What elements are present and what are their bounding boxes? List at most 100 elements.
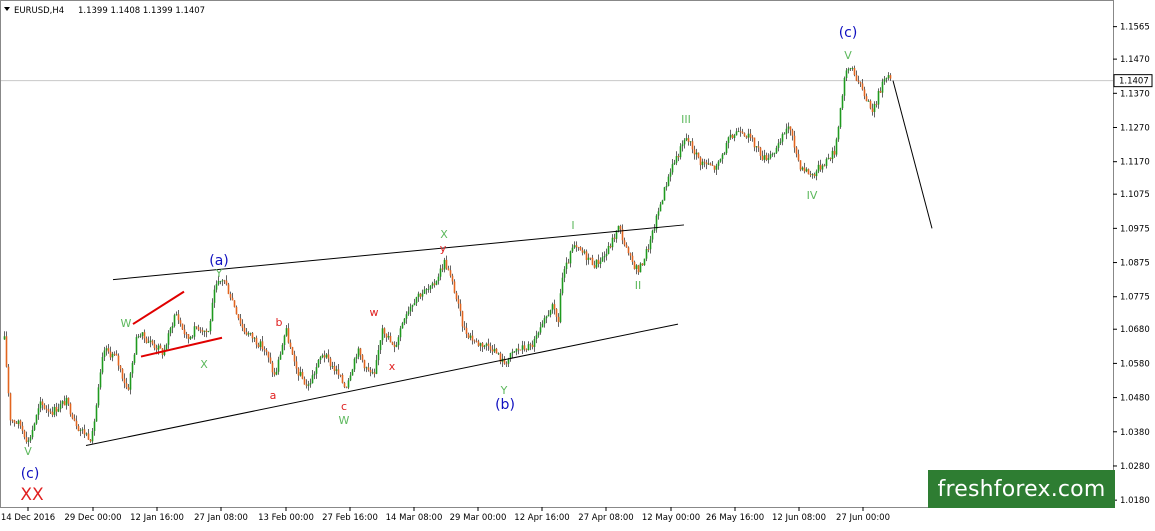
- candle-body: [629, 253, 632, 256]
- candle-body: [793, 135, 796, 148]
- candle-body: [109, 351, 112, 358]
- y-tick-label: 1.0180: [1120, 496, 1150, 506]
- current-price-label: 1.1407: [1119, 77, 1149, 87]
- candle-body: [239, 318, 242, 324]
- candle-body: [583, 251, 586, 253]
- wave-label-22: (c): [839, 25, 858, 41]
- y-tick-label: 1.0680: [1120, 325, 1150, 335]
- candle-body: [843, 78, 846, 96]
- candle-body: [363, 360, 366, 369]
- candle-body: [177, 314, 180, 321]
- candle-body: [251, 332, 254, 339]
- x-tick-label: 12 Jan 16:00: [130, 513, 184, 523]
- candle-body: [353, 358, 356, 370]
- candle-body: [577, 247, 580, 248]
- candle-body: [549, 310, 552, 315]
- candle-body: [371, 372, 374, 374]
- candle-body: [17, 420, 20, 424]
- candle-body: [425, 289, 428, 291]
- candle-body: [361, 355, 364, 361]
- candle-body: [569, 251, 572, 264]
- candle-body: [75, 420, 78, 427]
- candle-body: [241, 323, 244, 328]
- candle-body: [741, 131, 744, 134]
- wave-label-15: Y: [500, 384, 508, 397]
- candle-body: [221, 280, 224, 282]
- candle-body: [505, 363, 508, 365]
- candle-body: [575, 245, 578, 248]
- candle-body: [99, 372, 102, 388]
- candle-body: [45, 408, 48, 410]
- candle-body: [817, 164, 820, 172]
- candle-body: [881, 81, 884, 93]
- candle-body: [43, 404, 46, 409]
- candle-body: [215, 284, 218, 290]
- candle-body: [657, 211, 660, 216]
- candle-body: [803, 167, 806, 172]
- candle-body: [719, 158, 722, 162]
- candle-body: [497, 353, 500, 355]
- candle-body: [551, 304, 554, 311]
- candle-body: [287, 328, 290, 343]
- candle-body: [871, 108, 874, 113]
- candle-body: [423, 289, 426, 294]
- candle-body: [421, 293, 424, 297]
- x-tick-label: 29 Mar 00:00: [450, 513, 507, 523]
- candle-body: [265, 350, 268, 352]
- candle-body: [851, 68, 854, 69]
- candle-body: [721, 154, 724, 159]
- candle-body: [703, 161, 706, 163]
- candle-body: [527, 344, 530, 351]
- candle-body: [427, 289, 430, 290]
- candle-body: [783, 133, 786, 135]
- candle-body: [509, 353, 512, 359]
- candle-body: [813, 174, 816, 177]
- wave-label-7: a: [270, 389, 277, 402]
- candle-body: [663, 187, 666, 201]
- candle-body: [457, 299, 460, 304]
- candle-body: [87, 433, 90, 440]
- wave-label-17: I: [571, 219, 574, 232]
- symbol-label: EURUSD,H4: [14, 6, 64, 16]
- candle-body: [775, 147, 778, 153]
- candle-body: [155, 347, 158, 350]
- candle-body: [419, 293, 422, 297]
- candle-body: [437, 276, 440, 281]
- candle-body: [429, 285, 432, 290]
- candle-body: [515, 348, 518, 352]
- candle-body: [431, 283, 434, 286]
- candle-body: [753, 137, 756, 148]
- candle-body: [167, 333, 170, 345]
- candle-body: [729, 134, 732, 138]
- candle-body: [27, 440, 30, 442]
- candle-body: [133, 354, 136, 363]
- candle-body: [417, 293, 420, 298]
- candle-body: [561, 277, 564, 294]
- candle-body: [285, 328, 288, 336]
- candle-body: [277, 359, 280, 372]
- candle-body: [89, 439, 92, 442]
- candle-body: [709, 163, 712, 166]
- candle-body: [481, 343, 484, 347]
- candle-body: [309, 383, 312, 385]
- candle-body: [777, 143, 780, 148]
- candle-body: [385, 333, 388, 338]
- candle-body: [151, 340, 154, 344]
- y-tick-label: 1.0480: [1120, 394, 1150, 404]
- candle-body: [883, 79, 886, 82]
- ohlc-values: 1.1399 1.1408 1.1399 1.1407: [78, 6, 205, 16]
- candle-body: [543, 318, 546, 324]
- candle-body: [263, 349, 266, 351]
- candle-body: [463, 326, 466, 328]
- candle-body: [295, 361, 298, 369]
- candle-body: [445, 259, 448, 269]
- candle-body: [135, 337, 138, 355]
- candle-body: [681, 144, 684, 147]
- candle-body: [869, 100, 872, 109]
- candle-body: [201, 330, 204, 332]
- candle-body: [283, 335, 286, 345]
- x-tick-label: 13 Feb 00:00: [258, 513, 314, 523]
- candle-body: [585, 251, 588, 260]
- y-tick-label: 1.1170: [1120, 158, 1150, 168]
- candle-body: [185, 334, 188, 335]
